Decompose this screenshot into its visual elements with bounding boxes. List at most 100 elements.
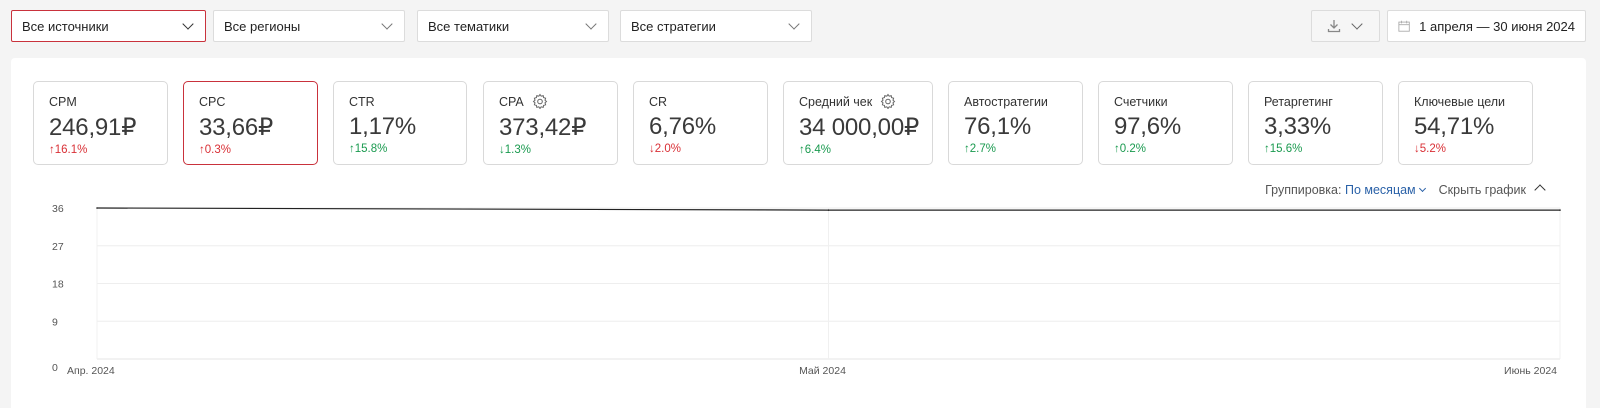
metric-value: 3,33% — [1264, 113, 1332, 140]
region-select[interactable]: Все регионы — [213, 10, 405, 42]
metric-value: 246,91₽ — [49, 114, 137, 141]
source-select[interactable]: Все источники — [11, 10, 206, 42]
metric-value: 54,71% — [1414, 113, 1495, 140]
metric-card-cpm[interactable]: CPM 246,91₽ ↑16.1% — [33, 81, 168, 165]
metric-value: 34 000,00₽ — [799, 114, 920, 141]
metric-delta-value: 0.3% — [204, 144, 231, 156]
metric-name-text: CR — [649, 95, 668, 109]
dashboard-panel: CPM 246,91₽ ↑16.1% CPC 33,66₽ ↑0.3% CTR 1,17% ↑1… — [11, 58, 1586, 408]
source-select-label: Все источники — [22, 18, 109, 34]
metric-name-text: CPM — [49, 95, 77, 109]
metric-value: 33,66₽ — [199, 114, 274, 141]
metric-line-chart: 0 9 18 27 36 Апр. 2024 Май 2024 Июнь 2024 — [52, 203, 1561, 377]
metric-delta-value: 6.4% — [804, 144, 831, 156]
y-tick-label: 36 — [52, 203, 64, 215]
y-tick-label: 0 — [52, 362, 58, 374]
metric-delta-value: 2.0% — [654, 143, 681, 155]
metric-delta: ↑6.4% — [799, 144, 917, 156]
metric-delta: ↑0.2% — [1114, 143, 1217, 155]
chevron-down-icon — [585, 18, 597, 30]
metric-delta: ↓2.0% — [649, 143, 752, 155]
calendar-icon — [1398, 20, 1410, 32]
metric-card-ключевые-цели[interactable]: Ключевые цели 54,71% ↓5.2% — [1398, 81, 1533, 165]
metric-value: 76,1% — [964, 113, 1032, 140]
hide-chart-label: Скрыть график — [1438, 183, 1526, 197]
chevron-up-icon — [1534, 184, 1546, 196]
filter-bar: Все источники Все регионы Все тематики В… — [11, 10, 1586, 42]
grouping-label: Группировка: — [1265, 182, 1342, 197]
strategy-select-label: Все стратегии — [631, 18, 716, 34]
metric-card-автостратегии[interactable]: Автостратегии 76,1% ↑2.7% — [948, 81, 1083, 165]
chevron-down-icon — [1418, 184, 1426, 192]
metric-name: Ключевые цели — [1414, 94, 1517, 110]
metric-name: Счетчики — [1114, 94, 1217, 110]
y-tick-label: 27 — [52, 241, 64, 253]
chevron-down-icon — [182, 18, 194, 30]
metric-name-text: Автостратегии — [964, 95, 1048, 109]
data-point — [827, 209, 830, 211]
metric-card-cpa[interactable]: CPA 373,42₽ ↓1.3% — [483, 81, 618, 165]
download-icon — [1327, 20, 1341, 33]
metric-delta: ↑0.3% — [199, 144, 302, 156]
topic-select-label: Все тематики — [428, 18, 510, 34]
grouping-control[interactable]: Группировка: По месяцам — [1265, 182, 1426, 197]
hide-chart-button[interactable]: Скрыть график — [1439, 182, 1548, 197]
metric-delta-value: 15.8% — [354, 143, 388, 155]
date-range-label: 1 апреля — 30 июня 2024 — [1419, 18, 1575, 34]
metric-delta: ↓5.2% — [1414, 143, 1517, 155]
data-point — [1559, 209, 1561, 211]
metric-value: 1,17% — [349, 113, 417, 140]
metric-name: Автостратегии — [964, 94, 1067, 110]
metric-value: 6,76% — [649, 113, 717, 140]
metric-name-text: Ключевые цели — [1414, 95, 1506, 109]
metric-card-счетчики[interactable]: Счетчики 97,6% ↑0.2% — [1098, 81, 1233, 165]
grouping-value: По месяцам — [1344, 182, 1416, 197]
metric-delta-value: 0.2% — [1119, 143, 1146, 155]
metric-delta: ↑2.7% — [964, 143, 1067, 155]
metric-name-text: CPA — [499, 95, 524, 109]
settings-gear-icon[interactable] — [532, 93, 548, 112]
data-point — [96, 207, 98, 209]
metric-name: CPM — [49, 94, 152, 110]
metric-name-text: CPC — [199, 95, 226, 109]
metric-delta: ↓1.3% — [499, 144, 602, 156]
strategy-select[interactable]: Все стратегии — [620, 10, 812, 42]
metric-name: Ретаргетинг — [1264, 94, 1367, 110]
metric-name-text: CTR — [349, 95, 375, 109]
topic-select[interactable]: Все тематики — [417, 10, 609, 42]
chevron-down-icon — [381, 18, 393, 30]
chart-controls: Группировка: По месяцам Скрыть график — [1265, 182, 1548, 197]
chevron-down-icon — [788, 18, 800, 30]
metric-delta-value: 5.2% — [1419, 143, 1446, 155]
metric-delta: ↑15.6% — [1264, 143, 1367, 155]
metric-name-text: Средний чек — [799, 95, 873, 109]
metric-name: Средний чек — [799, 93, 917, 112]
metric-delta-value: 16.1% — [54, 144, 88, 156]
metric-name-text: Ретаргетинг — [1264, 95, 1333, 109]
metric-card-cpc[interactable]: CPC 33,66₽ ↑0.3% — [183, 81, 318, 165]
metric-delta: ↑16.1% — [49, 144, 152, 156]
date-range-picker[interactable]: 1 апреля — 30 июня 2024 — [1387, 10, 1586, 42]
metric-card-средний-чек[interactable]: Средний чек 34 000,00₽ ↑6.4% — [783, 81, 933, 165]
metric-delta-value: 1.3% — [504, 144, 531, 156]
metric-value: 97,6% — [1114, 113, 1182, 140]
metric-card-ctr[interactable]: CTR 1,17% ↑15.8% — [333, 81, 467, 165]
metric-name: CR — [649, 94, 752, 110]
metric-name-text: Счетчики — [1114, 95, 1168, 109]
metric-card-ретаргетинг[interactable]: Ретаргетинг 3,33% ↑15.6% — [1248, 81, 1383, 165]
metric-value: 373,42₽ — [499, 114, 587, 141]
metric-name: CTR — [349, 94, 451, 110]
metric-name: CPC — [199, 94, 302, 110]
metric-card-cr[interactable]: CR 6,76% ↓2.0% — [633, 81, 768, 165]
region-select-label: Все регионы — [224, 18, 301, 34]
export-button[interactable] — [1311, 10, 1380, 42]
chevron-down-icon — [1351, 18, 1363, 30]
metric-delta-value: 15.6% — [1269, 143, 1303, 155]
settings-gear-icon[interactable] — [880, 93, 896, 112]
x-tick-label: Апр. 2024 — [67, 365, 115, 377]
y-tick-label: 9 — [52, 316, 58, 328]
x-tick-label: Июнь 2024 — [1504, 365, 1557, 377]
y-tick-label: 18 — [52, 279, 64, 291]
metric-name: CPA — [499, 93, 602, 112]
metric-delta-value: 2.7% — [969, 143, 996, 155]
